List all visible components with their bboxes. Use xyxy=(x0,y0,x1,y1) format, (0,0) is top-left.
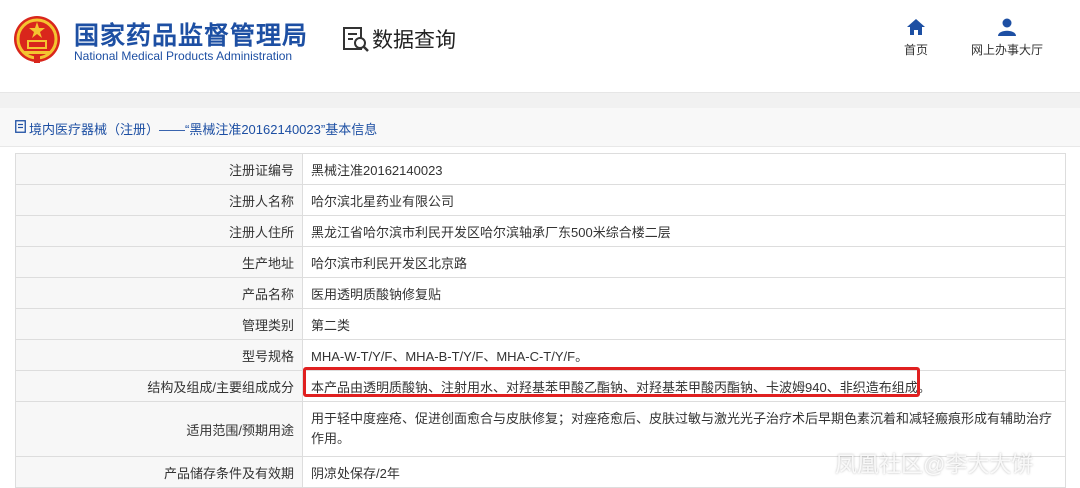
org-name-en[interactable]: National Medical Products Administration xyxy=(74,49,292,63)
nav-home-label: 首页 xyxy=(903,43,928,57)
table-row: 型号规格 MHA-W-T/Y/F、MHA-B-T/Y/F、MHA-C-T/Y/F… xyxy=(15,339,1066,371)
document-search-icon xyxy=(343,27,369,52)
watermark: 凤凰社区@李大大饼 xyxy=(835,452,1034,477)
field-value: 黑龙江省哈尔滨市利民开发区哈尔滨轴承厂东500米综合楼二层 xyxy=(302,215,1066,247)
nav-home[interactable]: 首页 xyxy=(896,18,936,58)
field-label: 产品储存条件及有效期 xyxy=(15,456,303,488)
nav-online-service-hall[interactable]: 网上办事大厅 xyxy=(965,18,1049,58)
table-row: 注册证编号 黑械注准20162140023 xyxy=(15,153,1066,185)
table-row: 注册人住所 黑龙江省哈尔滨市利民开发区哈尔滨轴承厂东500米综合楼二层 xyxy=(15,215,1066,247)
field-label: 注册证编号 xyxy=(15,153,303,185)
table-row: 产品名称 医用透明质酸钠修复贴 xyxy=(15,277,1066,309)
data-query-label: 数据查询 xyxy=(372,29,456,52)
record-info-table: 注册证编号 黑械注准20162140023 注册人名称 哈尔滨北星药业有限公司 … xyxy=(15,153,1066,488)
home-icon xyxy=(907,19,925,35)
field-value: 哈尔滨北星药业有限公司 xyxy=(302,184,1066,216)
table-row: 管理类别 第二类 xyxy=(15,308,1066,340)
field-label: 型号规格 xyxy=(15,339,303,371)
field-value: 黑械注准20162140023 xyxy=(302,153,1066,185)
document-icon xyxy=(15,120,26,133)
national-emblem-icon[interactable] xyxy=(12,12,62,66)
record-title: 境内医疗器械（注册）——“黑械注准20162140023”基本信息 xyxy=(29,122,378,137)
field-value: MHA-W-T/Y/F、MHA-B-T/Y/F、MHA-C-T/Y/F。 xyxy=(302,339,1066,371)
table-row: 结构及组成/主要组成成分 本产品由透明质酸钠、注射用水、对羟基苯甲酸乙酯钠、对羟… xyxy=(15,370,1066,402)
table-row: 生产地址 哈尔滨市利民开发区北京路 xyxy=(15,246,1066,278)
nav-online-service-hall-label: 网上办事大厅 xyxy=(970,43,1043,57)
field-label: 管理类别 xyxy=(15,308,303,340)
site-header: 国家药品监督管理局 National Medical Products Admi… xyxy=(0,0,1080,92)
field-label: 适用范围/预期用途 xyxy=(15,401,303,457)
field-label: 产品名称 xyxy=(15,277,303,309)
section-divider xyxy=(0,92,1080,108)
field-label: 注册人名称 xyxy=(15,184,303,216)
org-name-cn[interactable]: 国家药品监督管理局 xyxy=(74,16,308,52)
table-row: 注册人名称 哈尔滨北星药业有限公司 xyxy=(15,184,1066,216)
field-label: 注册人住所 xyxy=(15,215,303,247)
field-value: 第二类 xyxy=(302,308,1066,340)
field-label: 结构及组成/主要组成成分 xyxy=(15,370,303,402)
data-query-heading: 数据查询 xyxy=(342,24,456,54)
field-value: 本产品由透明质酸钠、注射用水、对羟基苯甲酸乙酯钠、对羟基苯甲酸丙酯钠、卡波姆94… xyxy=(302,370,1066,402)
user-icon xyxy=(998,18,1016,36)
record-title-bar: 境内医疗器械（注册）——“黑械注准20162140023”基本信息 xyxy=(0,108,1080,147)
field-value: 哈尔滨市利民开发区北京路 xyxy=(302,246,1066,278)
field-value: 医用透明质酸钠修复贴 xyxy=(302,277,1066,309)
field-label: 生产地址 xyxy=(15,246,303,278)
